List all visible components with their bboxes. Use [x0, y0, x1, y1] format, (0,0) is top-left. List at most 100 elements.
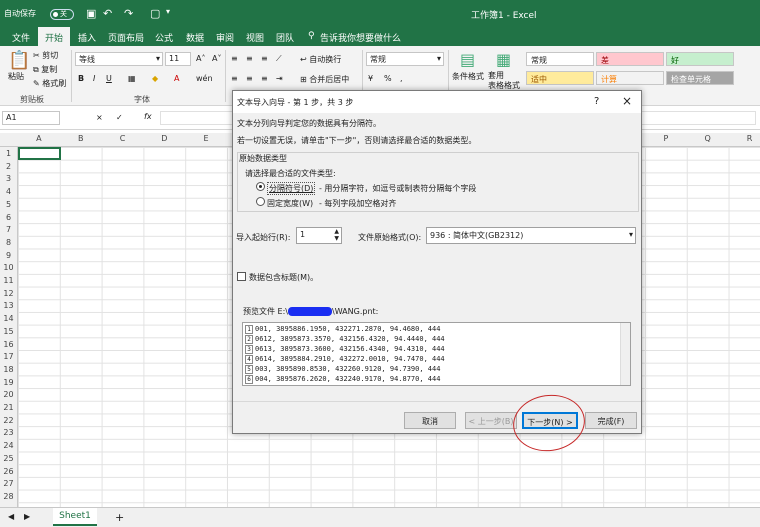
row-header[interactable]: 21	[0, 403, 17, 412]
row-header[interactable]: 12	[0, 289, 17, 298]
table-format-icon[interactable]: ▦	[496, 50, 511, 69]
row-header[interactable]: 14	[0, 314, 17, 323]
shrink-font-icon[interactable]: A˅	[212, 54, 221, 63]
row-header[interactable]: 26	[0, 467, 17, 476]
delimited-label[interactable]: 分隔符号(D)	[267, 182, 316, 195]
cut-button[interactable]: ✂ 剪切	[33, 50, 58, 61]
align-right-icon[interactable]: ≡	[261, 74, 268, 83]
copy-button[interactable]: ⧉ 复制	[33, 64, 57, 75]
italic-icon[interactable]: I	[93, 74, 95, 83]
redo-icon[interactable]: ↷	[124, 7, 133, 20]
comma-icon[interactable]: ,	[400, 74, 403, 83]
row-header[interactable]: 10	[0, 263, 17, 272]
row-header[interactable]: 9	[0, 251, 17, 260]
column-header[interactable]: E	[185, 134, 227, 143]
conditional-format-button[interactable]: 条件格式	[452, 71, 484, 82]
align-center-icon[interactable]: ≡	[246, 74, 253, 83]
start-row-input[interactable]: 1 ▲ ▼	[296, 227, 342, 244]
headers-label[interactable]: 数据包含标题(M)。	[249, 272, 318, 283]
cell-style-item[interactable]: 好	[666, 52, 734, 66]
tab-view[interactable]: 视图	[246, 31, 264, 44]
tell-me-search[interactable]: 告诉我你想要做什么	[320, 31, 401, 44]
row-header[interactable]: 23	[0, 428, 17, 437]
merge-center-button[interactable]: ⊞ 合并后居中	[300, 74, 349, 85]
row-header[interactable]: 4	[0, 187, 17, 196]
column-header[interactable]: R	[729, 134, 760, 143]
tab-page-layout[interactable]: 页面布局	[108, 31, 144, 44]
align-middle-icon[interactable]: ≡	[246, 54, 253, 63]
orientation-icon[interactable]: ⟋	[276, 54, 282, 64]
fill-color-icon[interactable]: ◆	[152, 74, 158, 83]
headers-checkbox[interactable]	[237, 272, 246, 281]
preview-scrollbar[interactable]	[620, 323, 630, 385]
column-header[interactable]: B	[60, 134, 102, 143]
paste-button[interactable]: 粘贴	[8, 71, 24, 82]
row-header[interactable]: 27	[0, 479, 17, 488]
prev-sheet-icon[interactable]: ◀	[8, 512, 14, 521]
enter-icon[interactable]: ✓	[116, 113, 123, 122]
customize-toolbar-icon[interactable]: ▾	[166, 7, 170, 16]
add-sheet-button[interactable]: +	[115, 511, 124, 524]
row-header[interactable]: 11	[0, 276, 17, 285]
sheet-tab-sheet1[interactable]: Sheet1	[53, 508, 97, 526]
conditional-format-icon[interactable]: ▤	[460, 50, 475, 69]
row-header[interactable]: 19	[0, 378, 17, 387]
format-painter-button[interactable]: ✎ 格式刷	[33, 78, 66, 89]
new-file-icon[interactable]: ▢	[150, 7, 160, 20]
paste-icon[interactable]: 📋	[8, 50, 30, 71]
insert-function-button[interactable]: fx	[144, 112, 152, 121]
font-name-select[interactable]: 等线 ▾	[75, 52, 163, 66]
active-cell[interactable]	[18, 147, 61, 160]
phonetic-icon[interactable]: wén	[196, 74, 213, 83]
row-header[interactable]: 24	[0, 441, 17, 450]
tab-insert[interactable]: 插入	[78, 31, 96, 44]
indent-icon[interactable]: ⇥	[276, 74, 283, 83]
cancel-button[interactable]: 取消	[404, 412, 456, 429]
back-button[interactable]: < 上一步(B)	[465, 412, 517, 429]
undo-icon[interactable]: ↶	[103, 7, 112, 20]
finish-button[interactable]: 完成(F)	[585, 412, 637, 429]
row-header[interactable]: 18	[0, 365, 17, 374]
row-header[interactable]: 13	[0, 301, 17, 310]
row-header[interactable]: 28	[0, 492, 17, 501]
row-header[interactable]: 3	[0, 174, 17, 183]
column-header[interactable]: Q	[687, 134, 729, 143]
cancel-icon[interactable]: ×	[96, 113, 103, 122]
cell-style-item[interactable]: 差	[596, 52, 664, 66]
tab-formulas[interactable]: 公式	[155, 31, 173, 44]
close-button[interactable]: ×	[622, 94, 632, 108]
help-button[interactable]: ?	[594, 96, 599, 107]
align-top-icon[interactable]: ≡	[231, 54, 238, 63]
tab-home[interactable]: 开始	[38, 27, 71, 46]
row-header[interactable]: 20	[0, 390, 17, 399]
grow-font-icon[interactable]: A˄	[196, 54, 205, 63]
bold-icon[interactable]: B	[78, 74, 84, 83]
tab-data[interactable]: 数据	[186, 31, 204, 44]
number-format-select[interactable]: 常规 ▾	[366, 52, 444, 66]
border-icon[interactable]: ▦	[128, 74, 136, 83]
row-header[interactable]: 7	[0, 225, 17, 234]
next-sheet-icon[interactable]: ▶	[24, 512, 30, 521]
column-header[interactable]: D	[143, 134, 185, 143]
column-header[interactable]: A	[18, 134, 60, 143]
row-header[interactable]: 2	[0, 162, 17, 171]
delimited-radio[interactable]	[256, 182, 265, 191]
align-bottom-icon[interactable]: ≡	[261, 54, 268, 63]
row-header[interactable]: 6	[0, 213, 17, 222]
font-size-select[interactable]: 11	[165, 52, 191, 66]
row-header[interactable]: 17	[0, 352, 17, 361]
cell-style-item[interactable]: 常规	[526, 52, 594, 66]
table-format-button[interactable]: 套用 表格格式	[488, 71, 520, 91]
row-header[interactable]: 5	[0, 200, 17, 209]
row-header[interactable]: 15	[0, 327, 17, 336]
cell-style-item[interactable]: 计算	[596, 71, 664, 85]
file-origin-select[interactable]: 936 : 简体中文(GB2312) ▾	[426, 227, 636, 244]
underline-icon[interactable]: U	[106, 74, 112, 83]
wrap-text-button[interactable]: ↩ 自动换行	[300, 54, 341, 65]
font-color-icon[interactable]: A	[174, 74, 179, 83]
cell-style-item[interactable]: 检查单元格	[666, 71, 734, 85]
percent-icon[interactable]: %	[384, 74, 392, 83]
fixed-width-label[interactable]: 固定宽度(W)	[267, 198, 313, 209]
fixed-width-radio[interactable]	[256, 197, 265, 206]
column-header[interactable]: P	[645, 134, 687, 143]
